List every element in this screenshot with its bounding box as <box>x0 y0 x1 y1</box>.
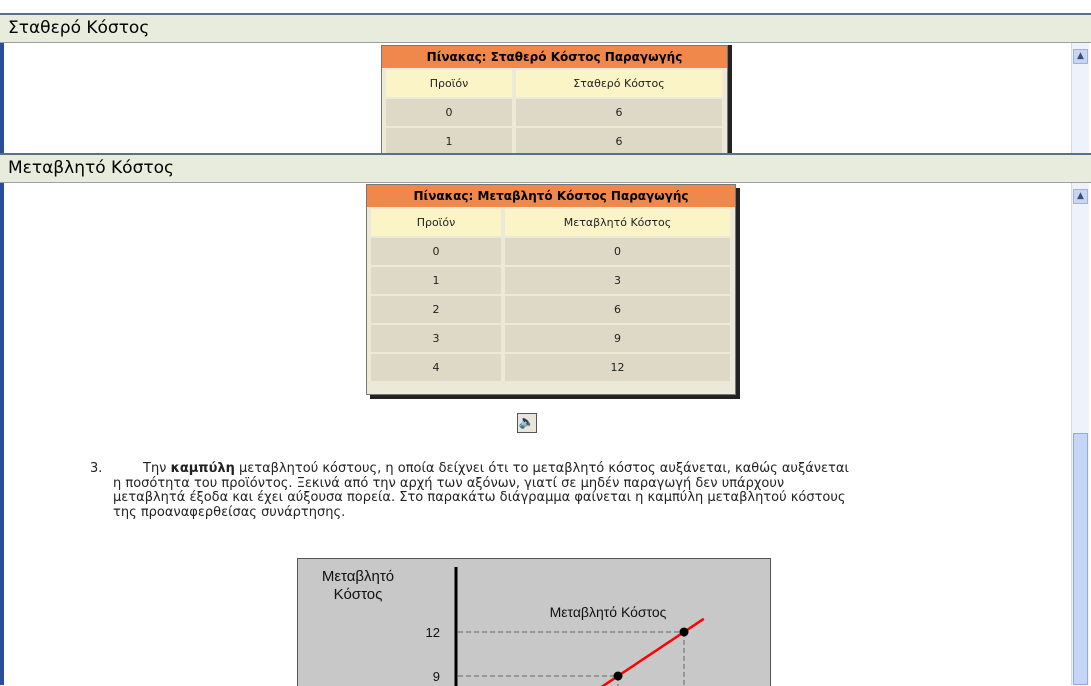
table-header-row: Προϊόν Μεταβλητό Κόστος <box>367 209 735 236</box>
paragraph-bold-term: καμπύλη <box>170 461 235 476</box>
table-cell: 0 <box>505 238 730 265</box>
variable-cost-chart: Μεταβλητό Κόστος Μεταβλητό Κόστος 12 9 <box>297 558 771 686</box>
table-row: 0 6 <box>382 99 727 126</box>
table-row: 0 0 <box>367 238 735 265</box>
data-point <box>613 671 623 681</box>
scrollbar-variable-panel[interactable]: ▲ <box>1071 183 1089 685</box>
column-header: Μεταβλητό Κόστος <box>505 209 730 236</box>
table-cell: 12 <box>505 354 730 381</box>
table-cell: 1 <box>371 267 501 294</box>
column-header: Σταθερό Κόστος <box>516 70 722 97</box>
y-tick-label: 9 <box>433 669 440 684</box>
panel-title: Μεταβλητό Κόστος <box>8 158 174 178</box>
table-cell: 6 <box>516 99 722 126</box>
table-row: 4 12 <box>367 354 735 381</box>
table-cell: 6 <box>516 128 722 154</box>
table-row: 3 9 <box>367 325 735 352</box>
table-row: 2 6 <box>367 296 735 323</box>
paragraph-lead: Την <box>143 461 171 476</box>
scroll-up-arrow-icon[interactable]: ▲ <box>1073 189 1088 204</box>
table-header-row: Προϊόν Σταθερό Κόστος <box>382 70 727 97</box>
panel-header-fixed-cost[interactable]: Σταθερό Κόστος <box>0 13 1091 43</box>
scroll-up-arrow-icon[interactable]: ▲ <box>1073 49 1088 64</box>
chart-title: Μεταβλητό Κόστος <box>550 604 667 620</box>
panel-left-border <box>0 43 4 153</box>
data-point <box>679 627 689 637</box>
table-cell: 9 <box>505 325 730 352</box>
variable-cost-table: Πίνακας: Μεταβλητό Κόστος Παραγωγής Προϊ… <box>366 184 736 395</box>
table-title: Πίνακας: Σταθερό Κόστος Παραγωγής <box>382 46 727 68</box>
y-axis-label-line2: Κόστος <box>334 586 383 603</box>
scrollbar-fixed-panel[interactable]: ▲ <box>1071 43 1089 153</box>
table-cell: 6 <box>505 296 730 323</box>
table-cell: 0 <box>386 99 512 126</box>
y-tick-label: 12 <box>426 625 440 640</box>
table-cell: 4 <box>371 354 501 381</box>
panel-title: Σταθερό Κόστος <box>8 18 150 38</box>
table-cell: 0 <box>371 238 501 265</box>
column-header: Προϊόν <box>386 70 512 97</box>
column-header: Προϊόν <box>371 209 501 236</box>
scrollbar-thumb[interactable] <box>1073 433 1088 685</box>
paragraph-text: Την καμπύλη μεταβλητού κόστους, η οποία … <box>113 461 853 520</box>
table-row: 1 3 <box>367 267 735 294</box>
table-title: Πίνακας: Μεταβλητό Κόστος Παραγωγής <box>367 185 735 207</box>
table-cell: 3 <box>505 267 730 294</box>
table-cell: 2 <box>371 296 501 323</box>
chart-svg: Μεταβλητό Κόστος Μεταβλητό Κόστος 12 9 <box>322 567 705 686</box>
panel-left-border <box>0 183 4 685</box>
table-cell: 1 <box>386 128 512 154</box>
panel-header-variable-cost[interactable]: Μεταβλητό Κόστος <box>0 153 1091 183</box>
y-axis-label-line1: Μεταβλητό <box>322 568 394 585</box>
list-number: 3. <box>90 461 103 476</box>
table-row: 1 6 <box>382 128 727 154</box>
table-cell: 3 <box>371 325 501 352</box>
fixed-cost-table: Πίνακας: Σταθερό Κόστος Παραγωγής Προϊόν… <box>381 45 728 155</box>
speaker-icon[interactable]: 🔈 <box>517 413 537 433</box>
